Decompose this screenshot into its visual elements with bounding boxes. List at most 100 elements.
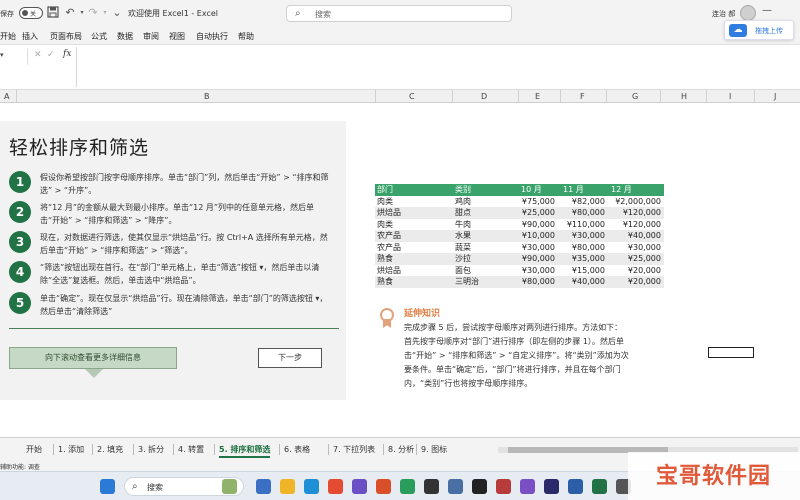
table-cell[interactable]: 肉类 (377, 219, 447, 231)
column-header-cell[interactable]: 11 月 (563, 184, 611, 196)
app-icon[interactable] (520, 479, 535, 494)
table-cell[interactable]: 农产品 (377, 242, 447, 254)
table-cell[interactable]: ¥10,000 (515, 230, 555, 242)
sheet-tab[interactable]: 9. 图标 (421, 444, 447, 455)
worksheet[interactable]: 轻松排序和筛选 1 假设你希望按部门按字母顺序排序。单击“部门”列，然后单击“开… (0, 103, 800, 437)
name-box[interactable]: ▾ (0, 51, 22, 63)
sheet-tab[interactable]: 2. 填充 (97, 444, 123, 455)
accessibility-status[interactable]: 辅助功能: 调查 (0, 462, 40, 471)
app-icon[interactable] (424, 479, 439, 494)
table-cell[interactable]: 熟食 (377, 253, 447, 265)
sheet-tab[interactable]: 6. 表格 (284, 444, 310, 455)
premiere-icon[interactable] (544, 479, 559, 494)
formula-input[interactable] (76, 47, 800, 87)
column-c[interactable]: C (409, 92, 415, 101)
sheet-tab[interactable]: 1. 添加 (58, 444, 84, 455)
table-cell[interactable]: ¥25,000 (605, 253, 661, 265)
excel-icon[interactable] (592, 479, 607, 494)
table-cell[interactable]: ¥15,000 (557, 265, 605, 277)
table-cell[interactable]: ¥25,000 (515, 207, 555, 219)
table-cell[interactable]: ¥80,000 (557, 207, 605, 219)
task-view-icon[interactable] (256, 479, 271, 494)
table-cell[interactable]: 烘焙品 (377, 207, 447, 219)
table-cell[interactable]: ¥40,000 (605, 230, 661, 242)
table-row[interactable]: 烘焙品 甜点 ¥25,000 ¥80,000 ¥120,000 (375, 207, 664, 219)
insert-function-icon[interactable]: fx (63, 49, 71, 59)
table-cell[interactable]: 熟食 (377, 276, 447, 288)
sheet-tab[interactable]: 3. 拆分 (138, 444, 164, 455)
table-cell[interactable]: ¥30,000 (557, 230, 605, 242)
table-cell[interactable]: 面包 (455, 265, 515, 277)
user-name[interactable]: 连治 郝 (712, 9, 735, 19)
column-f[interactable]: F (580, 92, 585, 101)
windows-start-icon[interactable] (100, 479, 115, 494)
table-cell[interactable]: 鸡肉 (455, 196, 515, 208)
column-g[interactable]: G (632, 92, 638, 101)
wechat-icon[interactable] (400, 479, 415, 494)
tab-review[interactable]: 审阅 (143, 31, 159, 42)
table-cell[interactable]: 水果 (455, 230, 515, 242)
tab-formulas[interactable]: 公式 (91, 31, 107, 42)
table-cell[interactable]: 农产品 (377, 230, 447, 242)
table-cell[interactable]: ¥120,000 (605, 219, 661, 231)
tab-automate[interactable]: 自动执行 (196, 31, 228, 42)
table-header[interactable]: 部门 类别 10 月 11 月 12 月 (375, 184, 664, 196)
table-cell[interactable]: ¥120,000 (605, 207, 661, 219)
column-i[interactable]: I (729, 92, 731, 101)
table-cell[interactable]: ¥30,000 (605, 242, 661, 254)
table-row[interactable]: 农产品 蔬菜 ¥30,000 ¥80,000 ¥30,000 (375, 241, 664, 254)
table-cell[interactable]: ¥110,000 (557, 219, 605, 231)
table-row[interactable]: 熟食 三明治 ¥80,000 ¥40,000 ¥20,000 (375, 276, 664, 288)
column-header-cell[interactable]: 12 月 (611, 184, 667, 196)
sheet-tab[interactable]: 8. 分析 (388, 444, 414, 455)
table-cell[interactable]: ¥90,000 (515, 253, 555, 265)
column-d[interactable]: D (481, 92, 487, 101)
app-icon[interactable] (448, 479, 463, 494)
next-button[interactable]: 下一步 (258, 348, 322, 368)
widget-icon[interactable] (222, 479, 237, 494)
sheet-tab[interactable]: 4. 转置 (178, 444, 204, 455)
column-e[interactable]: E (535, 92, 540, 101)
tab-home[interactable]: 开始 (0, 31, 16, 42)
firefox-icon[interactable] (376, 479, 391, 494)
table-cell[interactable]: ¥35,000 (557, 253, 605, 265)
table-cell[interactable]: ¥30,000 (515, 265, 555, 277)
table-cell[interactable]: ¥90,000 (515, 219, 555, 231)
table-cell[interactable]: 沙拉 (455, 253, 515, 265)
table-cell[interactable]: ¥82,000 (557, 196, 605, 208)
tab-page-layout[interactable]: 页面布局 (50, 31, 82, 42)
table-cell[interactable]: ¥30,000 (515, 242, 555, 254)
tab-help[interactable]: 帮助 (238, 31, 254, 42)
column-header-cell[interactable]: 10 月 (521, 184, 561, 196)
table-cell[interactable]: ¥75,000 (515, 196, 555, 208)
table-cell[interactable]: 烘焙品 (377, 265, 447, 277)
table-cell[interactable]: 甜点 (455, 207, 515, 219)
selected-cell[interactable] (708, 347, 754, 358)
autosave-toggle[interactable]: 关 (19, 7, 43, 19)
column-header-cell[interactable]: 类别 (455, 184, 515, 196)
table-row[interactable]: 肉类 鸡肉 ¥75,000 ¥82,000 ¥2,000,000 (375, 195, 664, 208)
edge-browser-icon[interactable] (304, 479, 319, 494)
save-icon[interactable] (46, 6, 60, 20)
table-row[interactable]: 烘焙品 面包 ¥30,000 ¥15,000 ¥20,000 (375, 264, 664, 277)
table-cell[interactable]: ¥2,000,000 (605, 196, 661, 208)
table-cell[interactable]: 牛肉 (455, 219, 515, 231)
sheet-tab[interactable]: 开始 (26, 444, 42, 455)
upload-widget[interactable]: ☁ 拖拽上传 (724, 20, 794, 40)
app-icon[interactable] (472, 479, 487, 494)
table-cell[interactable]: 三明治 (455, 276, 515, 288)
table-cell[interactable]: ¥20,000 (605, 276, 661, 288)
cancel-icon[interactable]: ✕ (34, 50, 42, 60)
sheet-tab[interactable]: 7. 下拉列表 (333, 444, 375, 455)
app-icon[interactable] (352, 479, 367, 494)
app-icon[interactable] (496, 479, 511, 494)
avatar[interactable] (740, 5, 756, 21)
column-a[interactable]: A (4, 92, 9, 101)
chrome-icon[interactable] (328, 479, 343, 494)
minimize-icon[interactable]: — (762, 5, 772, 16)
file-explorer-icon[interactable] (280, 479, 295, 494)
scroll-down-button[interactable]: 向下滚动查看更多详细信息 (9, 347, 177, 369)
table-cell[interactable]: ¥40,000 (557, 276, 605, 288)
column-h[interactable]: H (681, 92, 687, 101)
tab-data[interactable]: 数据 (117, 31, 133, 42)
